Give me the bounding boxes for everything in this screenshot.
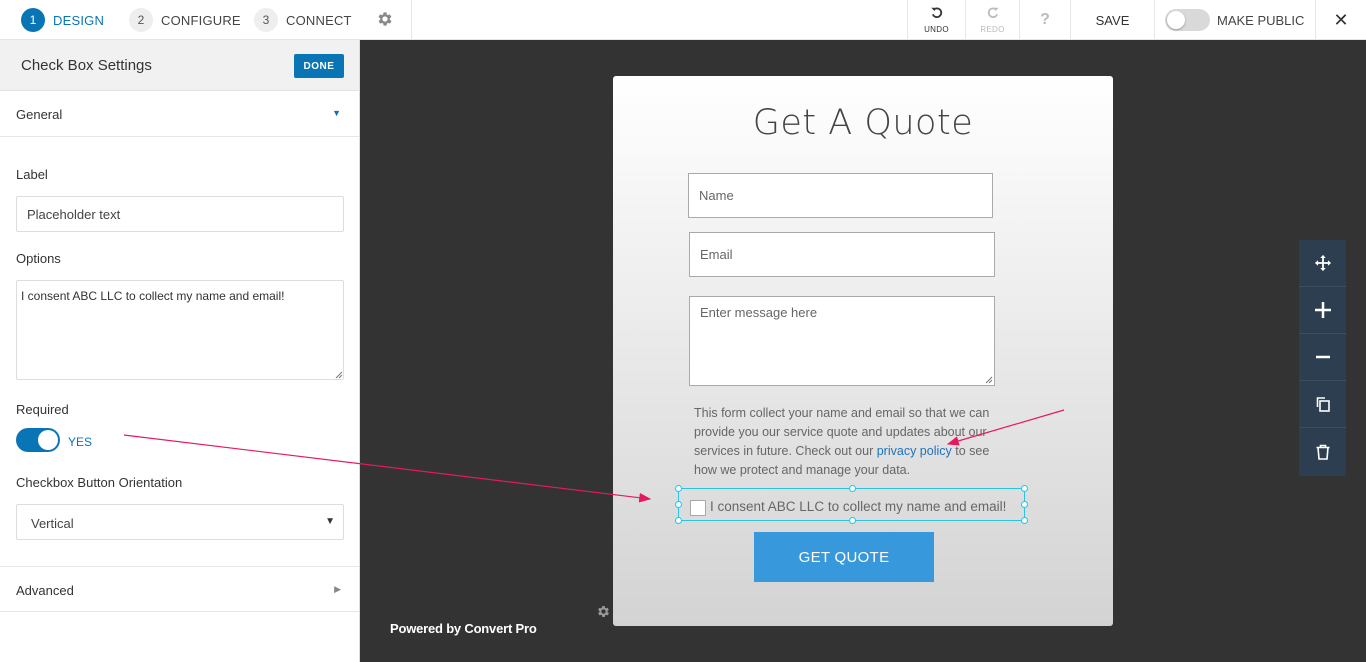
copy-icon[interactable]	[1299, 381, 1346, 428]
chevron-down-icon: ▼	[325, 516, 335, 527]
gear-icon[interactable]	[594, 604, 612, 624]
step-number: 3	[254, 8, 278, 32]
plus-icon[interactable]	[1299, 287, 1346, 334]
trash-icon[interactable]	[1299, 428, 1346, 475]
orientation-select[interactable]: Vertical ▼	[16, 504, 344, 540]
consent-checkbox-label: I consent ABC LLC to collect my name and…	[710, 499, 1007, 514]
make-public-toggle[interactable]	[1165, 9, 1210, 31]
section-advanced-label: Advanced	[16, 583, 74, 598]
help-icon: ?	[1040, 11, 1050, 28]
resize-handle[interactable]	[849, 485, 856, 492]
consent-checkbox-field[interactable]: I consent ABC LLC to collect my name and…	[675, 485, 1028, 524]
step-label: CONNECT	[286, 12, 352, 28]
gear-icon[interactable]	[375, 10, 395, 30]
required-state: YES	[68, 435, 93, 449]
redo-button[interactable]: REDO	[966, 0, 1019, 40]
name-input[interactable]: Name	[688, 173, 993, 218]
options-field-label: Options	[16, 251, 61, 266]
resize-handle[interactable]	[1021, 517, 1028, 524]
get-quote-button[interactable]: GET QUOTE	[754, 532, 934, 582]
resize-handle[interactable]	[675, 517, 682, 524]
divider	[1315, 0, 1316, 40]
step-number: 2	[129, 8, 153, 32]
move-icon[interactable]	[1299, 240, 1346, 287]
step-label: CONFIGURE	[161, 12, 241, 28]
email-input[interactable]: Email	[689, 232, 995, 277]
privacy-disclaimer: This form collect your name and email so…	[694, 404, 1004, 480]
quote-form[interactable]: Get A Quote Name Email Enter message her…	[613, 76, 1113, 626]
make-public-label: MAKE PUBLIC	[1217, 13, 1305, 28]
options-textarea[interactable]: I consent ABC LLC to collect my name and…	[16, 280, 344, 380]
label-input[interactable]	[16, 196, 344, 232]
settings-sidebar: Check Box Settings DONE General ▼ Label …	[0, 40, 360, 662]
resize-handle[interactable]	[675, 501, 682, 508]
help-button[interactable]: ?	[1020, 0, 1070, 40]
step-label: DESIGN	[53, 12, 105, 28]
name-placeholder: Name	[699, 188, 734, 203]
top-toolbar: 1 DESIGN 2 CONFIGURE 3 CONNECT UNDO REDO…	[0, 0, 1366, 40]
section-general[interactable]: General ▼	[0, 91, 359, 137]
undo-label: UNDO	[924, 25, 949, 34]
resize-handle[interactable]	[849, 517, 856, 524]
canvas-tools-panel	[1299, 240, 1346, 476]
step-number: 1	[21, 8, 45, 32]
form-title[interactable]: Get A Quote	[635, 103, 1091, 143]
step-configure[interactable]: 2 CONFIGURE	[129, 8, 241, 32]
required-field-label: Required	[16, 402, 69, 417]
undo-icon	[930, 6, 944, 24]
save-button[interactable]: SAVE	[1071, 0, 1154, 40]
orientation-value: Vertical	[31, 516, 74, 531]
undo-button[interactable]: UNDO	[908, 0, 965, 40]
redo-label: REDO	[980, 25, 1005, 34]
divider	[411, 0, 412, 40]
required-toggle[interactable]	[16, 428, 60, 452]
section-advanced[interactable]: Advanced ▶	[0, 566, 359, 612]
resize-handle[interactable]	[1021, 485, 1028, 492]
resize-grip-icon[interactable]	[983, 374, 993, 384]
toggle-knob	[38, 430, 58, 450]
consent-checkbox[interactable]	[690, 500, 706, 516]
sidebar-title: Check Box Settings	[21, 57, 152, 74]
done-button[interactable]: DONE	[294, 54, 344, 78]
divider	[1154, 0, 1155, 40]
privacy-policy-link[interactable]: privacy policy	[877, 444, 952, 458]
section-general-label: General	[16, 107, 63, 122]
caret-right-icon: ▶	[334, 584, 341, 594]
powered-by-label: Powered by Convert Pro	[390, 621, 537, 636]
close-icon[interactable]: ✕	[1330, 9, 1352, 31]
caret-down-icon: ▼	[332, 108, 341, 118]
minus-icon[interactable]	[1299, 334, 1346, 381]
label-field-label: Label	[16, 167, 48, 182]
step-design[interactable]: 1 DESIGN	[21, 8, 104, 32]
redo-icon	[986, 6, 1000, 24]
message-textarea[interactable]: Enter message here	[689, 296, 995, 386]
sidebar-header: Check Box Settings DONE	[0, 40, 359, 91]
message-placeholder: Enter message here	[700, 305, 818, 320]
resize-handle[interactable]	[1021, 501, 1028, 508]
toggle-knob	[1167, 11, 1185, 29]
resize-handle[interactable]	[675, 485, 682, 492]
resize-grip-icon[interactable]	[333, 369, 343, 379]
step-connect[interactable]: 3 CONNECT	[254, 8, 352, 32]
orientation-field-label: Checkbox Button Orientation	[16, 475, 183, 490]
email-placeholder: Email	[700, 247, 733, 262]
